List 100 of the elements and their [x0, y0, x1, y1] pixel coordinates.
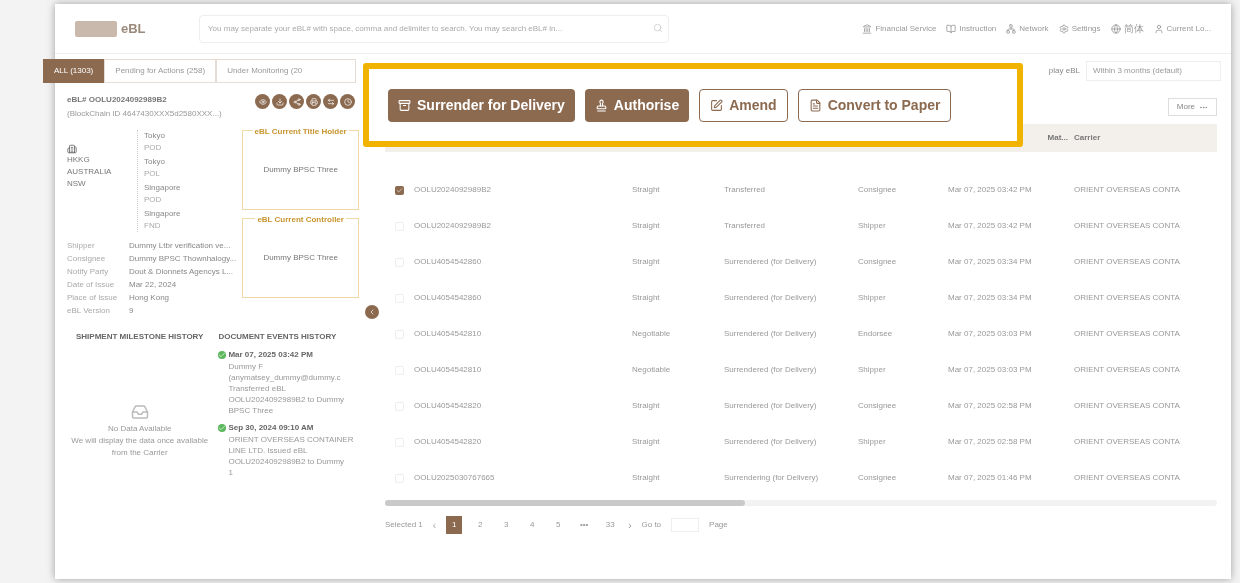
route-code: FND	[144, 220, 162, 232]
route-city: Tokyo	[144, 130, 166, 142]
route-code: POD	[144, 142, 163, 154]
field-label: eBL Version	[67, 305, 111, 317]
prev-page-button[interactable]: ‹	[432, 517, 437, 533]
table-cell-text: ORIENT OVERSEAS CONTA	[1074, 292, 1181, 304]
building-icon	[67, 144, 77, 154]
event-text: OOLU2024092989B2 to Dummy	[227, 456, 346, 467]
table-cell-text: Mar 07, 2025 03:03 PM	[948, 364, 1033, 376]
field-value: Dummy Ltbr verification ve...	[129, 240, 231, 252]
action-circle-button[interactable]	[289, 94, 304, 109]
share-icon	[292, 97, 301, 106]
section-heading: SHIPMENT MILESTONE HISTORY	[76, 331, 204, 343]
table-cell-text: Straight	[632, 220, 661, 232]
table-cell-text: Negotiable	[632, 328, 672, 340]
nav-link[interactable]: Instruction	[946, 22, 997, 35]
table-cell-text: Negotiable	[632, 364, 672, 376]
table-cell-text: ORIENT OVERSEAS CONTA	[1074, 256, 1181, 268]
table-cell-text: OOLU4054542860	[414, 256, 483, 268]
nav-link[interactable]: Financial Service	[862, 22, 937, 35]
nav-link[interactable]: 简体	[1110, 21, 1144, 36]
table-cell-text: ORIENT OVERSEAS CONTA	[1074, 328, 1181, 340]
table-cell-text: OOLU2024092989B2	[414, 184, 492, 196]
table-cell-text: Mar 07, 2025 03:34 PM	[948, 292, 1033, 304]
event-time: Mar 07, 2025 03:42 PM	[228, 349, 313, 361]
period-dropdown[interactable]: Within 3 months (default)	[1086, 61, 1221, 81]
filter-tab[interactable]: Pending for Actions (258)	[104, 59, 217, 83]
table-cell-text: Mar 07, 2025 02:58 PM	[948, 400, 1033, 412]
page-button[interactable]: •••	[576, 516, 593, 534]
table-cell-text: ORIENT OVERSEAS CONTA	[1074, 364, 1181, 376]
table-cell-text: Surrendered (for Delivery)	[724, 364, 818, 376]
action-button[interactable]: Surrender for Delivery	[388, 88, 575, 122]
route-code: POL	[144, 168, 161, 180]
check-circle-icon	[218, 424, 227, 432]
table-cell-text: Shipper	[858, 292, 887, 304]
table-cell-text: Mar 07, 2025 03:42 PM	[948, 184, 1033, 196]
table-cell-text: Surrendered (for Delivery)	[724, 256, 818, 268]
table-cell-text: Shipper	[858, 364, 887, 376]
nav-link[interactable]: Network	[1006, 22, 1049, 35]
table-cell-text: Surrendered (for Delivery)	[724, 292, 818, 304]
filter-tab[interactable]: ALL (1303)	[43, 59, 105, 83]
action-circle-button[interactable]	[306, 94, 321, 109]
event-text: OOLU2024092989B2 to Dummy	[227, 394, 346, 405]
table-cell-text: Consignee	[858, 472, 898, 484]
nav-link[interactable]: Settings	[1058, 22, 1101, 35]
field-label: Place of Issue	[67, 292, 119, 304]
action-button[interactable]: Convert to Paper	[797, 88, 952, 122]
action-button[interactable]: Authorise	[584, 88, 690, 122]
column-header: Mat...	[1046, 132, 1069, 144]
table-cell-text: ORIENT OVERSEAS CONTA	[1074, 220, 1181, 232]
field-label: Shipper	[67, 240, 96, 252]
table-cell-text: Shipper	[858, 436, 887, 448]
collapse-button[interactable]	[365, 304, 379, 319]
page-button[interactable]: 1	[446, 516, 463, 534]
field-label: Date of Issue	[67, 279, 116, 291]
page-button[interactable]: 33	[602, 516, 619, 534]
empty-inbox-icon	[130, 403, 149, 421]
chevron-left-icon	[368, 307, 376, 316]
place-text: NSW	[67, 178, 87, 190]
page-button[interactable]: 2	[472, 516, 489, 534]
table-cell-text: Surrendered (for Delivery)	[724, 400, 818, 412]
action-circle-button[interactable]	[323, 94, 338, 109]
table-cell-text: OOLU4054542810	[414, 328, 483, 340]
edit-icon	[710, 98, 724, 112]
route-city: Tokyo	[144, 156, 166, 168]
card-value: Dummy BPSC Three	[263, 252, 338, 264]
field-label: Notify Party	[67, 266, 110, 278]
event-time: Sep 30, 2024 09:10 AM	[228, 422, 314, 434]
row-checkbox[interactable]	[395, 185, 404, 195]
page-button[interactable]: 5	[550, 516, 567, 534]
action-circle-button[interactable]	[255, 94, 270, 109]
table-cell-text: Surrendering (for Delivery)	[724, 472, 820, 484]
filter-tab[interactable]: Under Monitoring (20	[216, 59, 357, 83]
page-button[interactable]: 3	[498, 516, 515, 534]
horizontal-scrollbar[interactable]	[385, 500, 1217, 506]
action-button[interactable]: Amend	[699, 88, 788, 122]
next-page-button[interactable]: ›	[628, 517, 632, 533]
table-cell-text: Endorsee	[858, 328, 894, 340]
more-button[interactable]: More	[1167, 98, 1217, 116]
table-cell-text: Surrendered (for Delivery)	[724, 328, 818, 340]
field-label: Consignee	[67, 253, 107, 265]
event-text: BPSC Three	[227, 405, 275, 416]
table-cell-text: Mar 07, 2025 01:46 PM	[948, 472, 1033, 484]
filter-label: play eBL	[1048, 65, 1080, 77]
page-button[interactable]: 4	[524, 516, 541, 534]
action-circle-button[interactable]	[340, 94, 355, 109]
table-cell-text: Mar 07, 2025 02:58 PM	[948, 436, 1033, 448]
section-heading: DOCUMENT EVENTS HISTORY	[218, 331, 338, 343]
table-cell-text: OOLU2024092989B2	[414, 220, 492, 232]
action-circle-button[interactable]	[272, 94, 287, 109]
goto-label: Go to	[641, 519, 662, 531]
logo-text: eBL	[121, 19, 146, 38]
table-cell-text: Consignee	[858, 184, 898, 196]
place-text: HKKG	[67, 154, 91, 166]
nav-link[interactable]: Current Lo...	[1153, 22, 1211, 35]
settings-icon	[1058, 23, 1069, 34]
search-field[interactable]: You may separate your eBL# with space, comma and delimiter to search. You may search eBL# in...	[199, 14, 669, 43]
table-cell-text: Straight	[632, 256, 661, 268]
download-icon	[275, 97, 284, 106]
ebl-number: eBL# OOLU2024092989B2	[67, 94, 168, 106]
